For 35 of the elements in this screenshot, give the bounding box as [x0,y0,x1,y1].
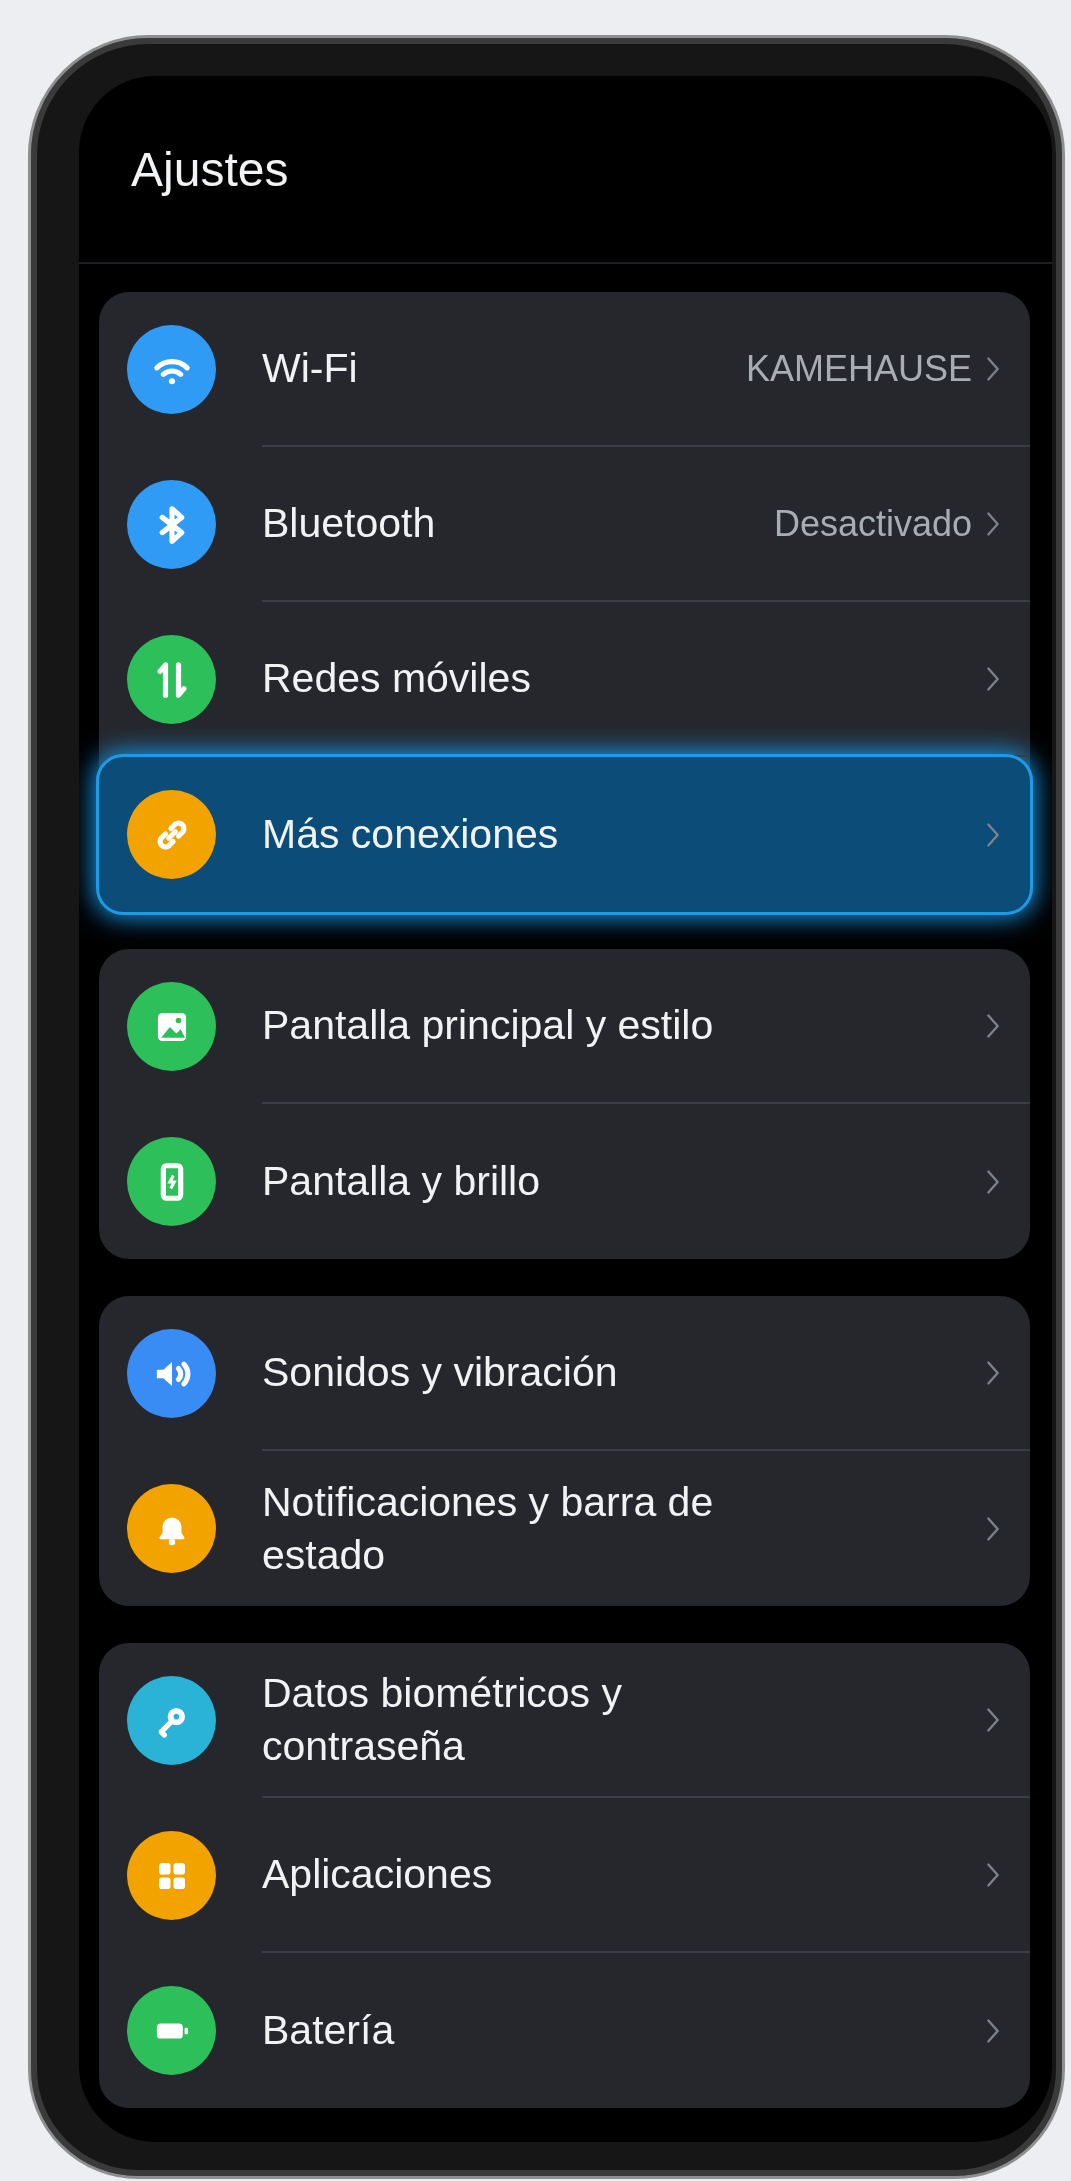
setting-label: Bluetooth [262,499,437,549]
chevron-right-icon [986,1514,1000,1543]
settings-row[interactable]: Notificaciones y barra de estado [99,1451,1030,1606]
chevron-right-icon [986,1705,1000,1734]
chevron-right-icon [986,2016,1000,2045]
setting-value: Desactivado [773,502,972,545]
settings-row[interactable]: Pantalla y brillo [99,1104,1030,1259]
setting-label: Batería [262,2006,396,2056]
setting-value: KAMEHAUSE [745,347,972,390]
setting-label: Sonidos y vibración [262,1348,619,1398]
settings-row[interactable]: Pantalla principal y estilo [99,949,1030,1104]
setting-label: Wi-Fi [262,344,359,394]
settings-row[interactable]: Más conexiones [99,757,1030,912]
chevron-right-icon [986,1358,1000,1387]
chevron-right-icon [986,1011,1000,1040]
settings-row[interactable]: Batería [99,1953,1030,2108]
setting-label: Redes móviles [262,654,532,704]
chevron-right-icon [986,1860,1000,1889]
screen-title: Ajustes [131,141,289,197]
setting-label: Pantalla y brillo [262,1157,542,1207]
settings-row[interactable]: Datos biométricos y contraseña [99,1643,1030,1798]
chevron-right-icon [986,664,1000,693]
chevron-right-icon [986,509,1000,538]
setting-label: Datos biométricos y contraseña [262,1669,623,1771]
chevron-right-icon [986,820,1000,849]
settings-row[interactable]: Aplicaciones [99,1798,1030,1953]
setting-label: Notificaciones y barra de estado [262,1478,715,1580]
setting-label: Aplicaciones [262,1850,494,1900]
setting-label: Pantalla principal y estilo [262,1001,715,1051]
chevron-right-icon [986,354,1000,383]
settings-row[interactable]: Bluetooth Desactivado [99,447,1030,602]
settings-row[interactable]: Sonidos y vibración [99,1296,1030,1451]
setting-label: Más conexiones [262,810,560,860]
chevron-right-icon [986,1167,1000,1196]
settings-row[interactable]: Wi-Fi KAMEHAUSE [99,292,1030,447]
